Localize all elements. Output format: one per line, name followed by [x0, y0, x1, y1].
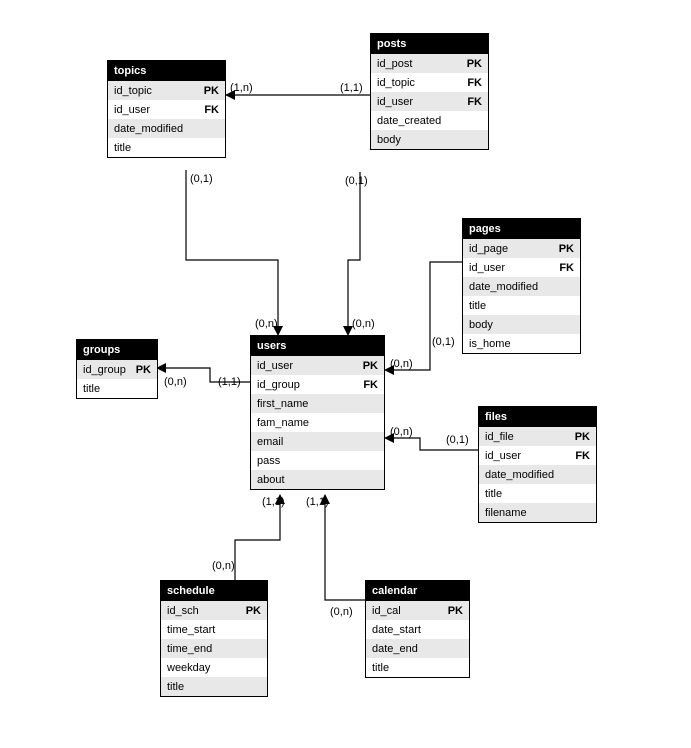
table-row: id_topicFK	[371, 73, 488, 92]
entity-posts: posts id_postPK id_topicFK id_userFK dat…	[370, 33, 489, 150]
cardinality-label: (0,n)	[352, 318, 375, 330]
entity-pages: pages id_pagePK id_userFK date_modified …	[462, 218, 581, 354]
cardinality-label: (0,n)	[212, 560, 235, 572]
cardinality-label: (0,n)	[164, 376, 187, 388]
cardinality-label: (0,n)	[390, 426, 413, 438]
cardinality-label: (1,1)	[340, 82, 363, 94]
table-row: id_userPK	[251, 356, 384, 375]
table-row: time_start	[161, 620, 267, 639]
cardinality-label: (1,1)	[306, 496, 329, 508]
entity-groups-title: groups	[77, 340, 157, 360]
table-row: date_created	[371, 111, 488, 130]
entity-calendar: calendar id_calPK date_start date_end ti…	[365, 580, 470, 678]
entity-schedule: schedule id_schPK time_start time_end we…	[160, 580, 268, 697]
table-row: id_userFK	[479, 446, 596, 465]
table-row: id_schPK	[161, 601, 267, 620]
table-row: date_end	[366, 639, 469, 658]
table-row: id_groupFK	[251, 375, 384, 394]
table-row: id_userFK	[108, 100, 225, 119]
table-row: id_userFK	[371, 92, 488, 111]
table-row: title	[77, 379, 157, 398]
entity-topics-title: topics	[108, 61, 225, 81]
table-row: title	[161, 677, 267, 696]
table-row: date_modified	[108, 119, 225, 138]
cardinality-label: (0,n)	[255, 318, 278, 330]
table-row: title	[463, 296, 580, 315]
entity-pages-title: pages	[463, 219, 580, 239]
entity-calendar-title: calendar	[366, 581, 469, 601]
table-row: id_groupPK	[77, 360, 157, 379]
table-row: id_postPK	[371, 54, 488, 73]
cardinality-label: (0,n)	[390, 358, 413, 370]
cardinality-label: (0,1)	[345, 175, 368, 187]
table-row: body	[371, 130, 488, 149]
table-row: id_userFK	[463, 258, 580, 277]
entity-topics: topics id_topicPK id_userFK date_modifie…	[107, 60, 226, 158]
cardinality-label: (1,n)	[230, 82, 253, 94]
table-row: time_end	[161, 639, 267, 658]
entity-users-title: users	[251, 336, 384, 356]
table-row: email	[251, 432, 384, 451]
table-row: body	[463, 315, 580, 334]
table-row: id_pagePK	[463, 239, 580, 258]
entity-posts-title: posts	[371, 34, 488, 54]
table-row: title	[108, 138, 225, 157]
cardinality-label: (0,1)	[190, 173, 213, 185]
table-row: about	[251, 470, 384, 489]
entity-users: users id_userPK id_groupFK first_name fa…	[250, 335, 385, 490]
cardinality-label: (1,1)	[218, 376, 241, 388]
table-row: weekday	[161, 658, 267, 677]
table-row: date_start	[366, 620, 469, 639]
table-row: pass	[251, 451, 384, 470]
table-row: date_modified	[479, 465, 596, 484]
cardinality-label: (0,1)	[432, 336, 455, 348]
table-row: title	[479, 484, 596, 503]
table-row: filename	[479, 503, 596, 522]
entity-files-title: files	[479, 407, 596, 427]
table-row: is_home	[463, 334, 580, 353]
cardinality-label: (1,1)	[262, 496, 285, 508]
cardinality-label: (0,n)	[330, 606, 353, 618]
table-row: id_topicPK	[108, 81, 225, 100]
table-row: id_calPK	[366, 601, 469, 620]
table-row: id_filePK	[479, 427, 596, 446]
table-row: date_modified	[463, 277, 580, 296]
table-row: fam_name	[251, 413, 384, 432]
cardinality-label: (0,1)	[446, 434, 469, 446]
entity-files: files id_filePK id_userFK date_modified …	[478, 406, 597, 523]
entity-groups: groups id_groupPK title	[76, 339, 158, 399]
entity-schedule-title: schedule	[161, 581, 267, 601]
table-row: first_name	[251, 394, 384, 413]
table-row: title	[366, 658, 469, 677]
